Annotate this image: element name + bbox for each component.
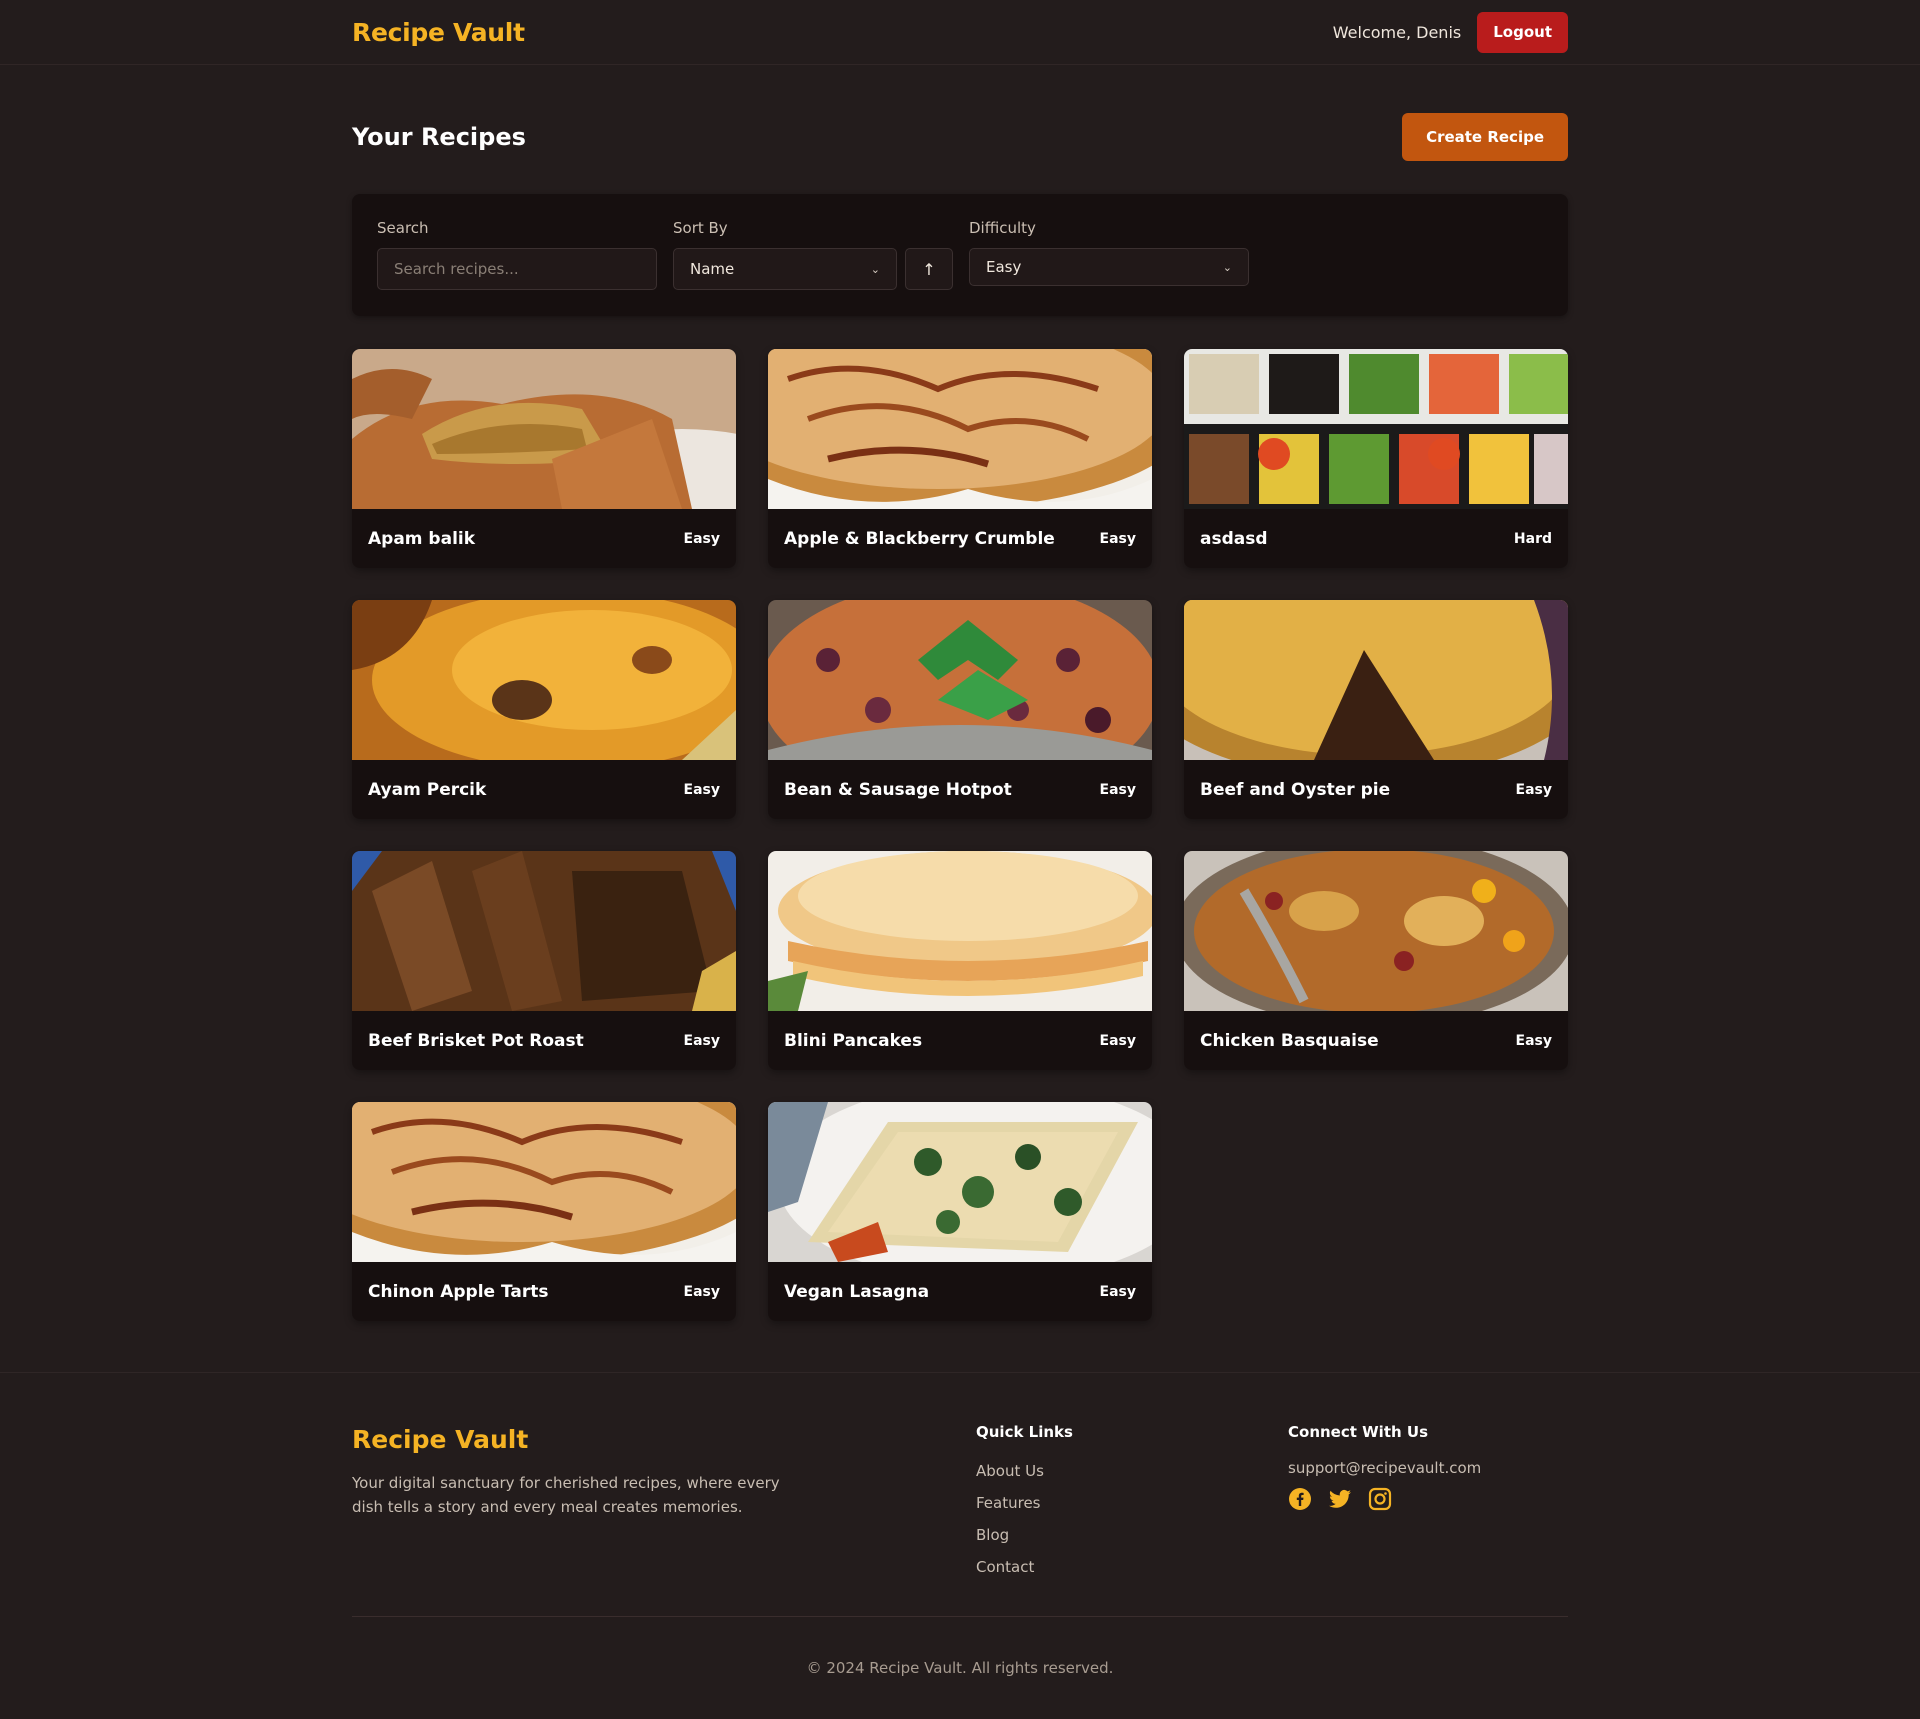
search-label: Search [377,219,429,237]
footer-link-features[interactable]: Features [976,1487,1288,1519]
difficulty-badge: Hard [1513,530,1552,547]
sort-direction-button[interactable]: ↑ [905,248,953,290]
chevron-down-icon: ⌄ [870,262,880,276]
recipe-title: Beef Brisket Pot Roast [368,1030,584,1051]
support-email[interactable]: support@recipevault.com [1288,1459,1568,1477]
difficulty-badge: Easy [683,781,720,798]
recipe-card[interactable]: Chicken Basquaise Easy [1184,851,1568,1070]
difficulty-badge: Easy [1099,1283,1136,1300]
recipe-card[interactable]: Bean & Sausage Hotpot Easy [768,600,1152,819]
recipe-image [352,600,736,760]
quick-links-list: About Us Features Blog Contact [976,1455,1288,1583]
recipe-title: Blini Pancakes [784,1030,923,1051]
recipe-card[interactable]: Apam balik Easy [352,349,736,568]
recipe-image [1184,600,1568,760]
quick-links-title: Quick Links [976,1423,1073,1441]
recipe-title: Apam balik [368,528,476,549]
recipe-image [768,349,1152,509]
search-group: Search [377,218,657,292]
recipe-title: Bean & Sausage Hotpot [784,779,1012,800]
difficulty-group: Difficulty Easy ⌄ [969,218,1249,292]
recipe-title: Chinon Apple Tarts [368,1281,549,1302]
logout-button[interactable]: Logout [1477,11,1568,53]
arrow-up-icon: ↑ [922,259,936,279]
main-content: Your Recipes Create Recipe Search Sort B… [352,113,1568,1321]
footer-link-contact[interactable]: Contact [976,1551,1288,1583]
create-recipe-button[interactable]: Create Recipe [1402,113,1568,161]
difficulty-badge: Easy [1099,781,1136,798]
recipe-card[interactable]: asdasd Hard [1184,349,1568,568]
sort-value: Name [690,260,735,278]
site-footer: Recipe Vault Your digital sanctuary for … [0,1372,1920,1719]
welcome-text: Welcome, Denis [1332,22,1462,42]
search-input[interactable] [377,248,657,290]
recipe-title: Chicken Basquaise [1200,1030,1379,1051]
recipe-image [352,349,736,509]
brand-logo[interactable]: Recipe Vault [352,18,525,47]
twitter-icon[interactable] [1328,1487,1352,1511]
sort-label: Sort By [673,219,728,237]
recipe-image [352,1102,736,1262]
connect-title: Connect With Us [1288,1423,1428,1441]
difficulty-label: Difficulty [969,219,1036,237]
sort-select[interactable]: Name ⌄ [673,248,897,290]
footer-brand: Recipe Vault [352,1425,529,1454]
recipe-image [1184,349,1568,509]
difficulty-badge: Easy [1099,1032,1136,1049]
recipe-title: Beef and Oyster pie [1200,779,1391,800]
social-links [1288,1487,1568,1511]
recipe-card[interactable]: Beef and Oyster pie Easy [1184,600,1568,819]
facebook-icon[interactable] [1288,1487,1312,1511]
recipe-title: Apple & Blackberry Crumble [784,528,1055,549]
instagram-icon[interactable] [1368,1487,1392,1511]
footer-link-blog[interactable]: Blog [976,1519,1288,1551]
difficulty-badge: Easy [1515,1032,1552,1049]
difficulty-select[interactable]: Easy ⌄ [969,248,1249,286]
recipe-card[interactable]: Apple & Blackberry Crumble Easy [768,349,1152,568]
recipe-image [1184,851,1568,1011]
difficulty-value: Easy [986,258,1022,276]
recipe-card[interactable]: Ayam Percik Easy [352,600,736,819]
recipe-image [352,851,736,1011]
recipe-title: asdasd [1200,528,1268,549]
top-header: Recipe Vault Welcome, Denis Logout [0,0,1920,65]
recipe-title: Vegan Lasagna [784,1281,930,1302]
filter-panel: Search Sort By Name ⌄ ↑ Difficulty Easy … [352,194,1568,316]
copyright-text: © 2024 Recipe Vault. All rights reserved… [806,1659,1114,1677]
recipe-card[interactable]: Chinon Apple Tarts Easy [352,1102,736,1321]
recipe-card[interactable]: Blini Pancakes Easy [768,851,1152,1070]
chevron-down-icon: ⌄ [1222,260,1232,274]
difficulty-badge: Easy [683,1283,720,1300]
footer-description: Your digital sanctuary for cherished rec… [352,1474,780,1516]
recipe-card[interactable]: Beef Brisket Pot Roast Easy [352,851,736,1070]
recipe-title: Ayam Percik [368,779,487,800]
recipe-grid: Apam balik Easy Apple & Blackberry Crumb… [352,349,1568,1321]
recipe-image [768,1102,1152,1262]
difficulty-badge: Easy [1515,781,1552,798]
recipe-image [768,600,1152,760]
page-title: Your Recipes [352,123,526,151]
footer-link-about[interactable]: About Us [976,1455,1288,1487]
recipe-card[interactable]: Vegan Lasagna Easy [768,1102,1152,1321]
sort-group: Sort By Name ⌄ ↑ [673,218,953,292]
recipe-image [768,851,1152,1011]
difficulty-badge: Easy [1099,530,1136,547]
difficulty-badge: Easy [683,530,720,547]
difficulty-badge: Easy [683,1032,720,1049]
